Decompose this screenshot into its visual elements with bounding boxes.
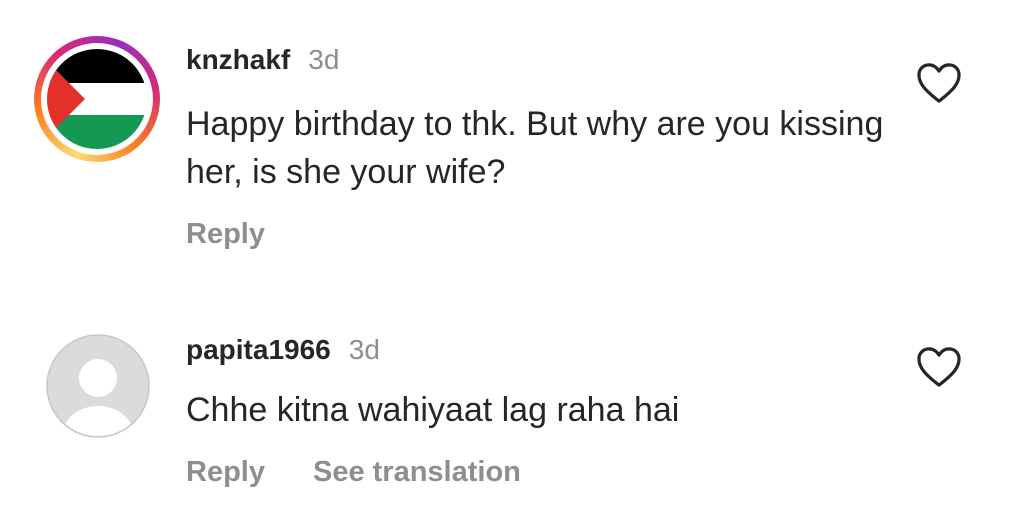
reply-button[interactable]: Reply — [186, 456, 265, 489]
reply-button[interactable]: Reply — [186, 218, 265, 251]
timestamp: 3d — [348, 334, 380, 365]
timestamp: 3d — [308, 44, 340, 75]
username[interactable]: papita1966 — [186, 334, 331, 366]
avatar[interactable] — [34, 36, 160, 162]
see-translation-button[interactable]: See translation — [313, 456, 521, 489]
default-avatar[interactable] — [46, 334, 150, 438]
comment-text: Chhe kitna wahiyaat lag raha hai — [186, 391, 680, 429]
comment-meta: knzhakf 3d — [186, 44, 339, 76]
comment-actions: Reply See translation — [186, 456, 521, 489]
heart-outline-icon[interactable] — [916, 62, 962, 104]
username[interactable]: knzhakf — [186, 44, 290, 76]
comment-item: papita1966 3d Chhe kitna wahiyaat lag ra… — [0, 290, 1024, 510]
comment-meta: papita1966 3d — [186, 334, 380, 366]
palestine-flag-icon — [47, 49, 147, 149]
comment-text: Happy birthday to thk. But why are you k… — [186, 105, 884, 191]
comment-actions: Reply — [186, 218, 265, 251]
heart-outline-icon[interactable] — [916, 346, 962, 388]
comment-item: knzhakf 3d Happy birthday to thk. But wh… — [0, 0, 1024, 290]
